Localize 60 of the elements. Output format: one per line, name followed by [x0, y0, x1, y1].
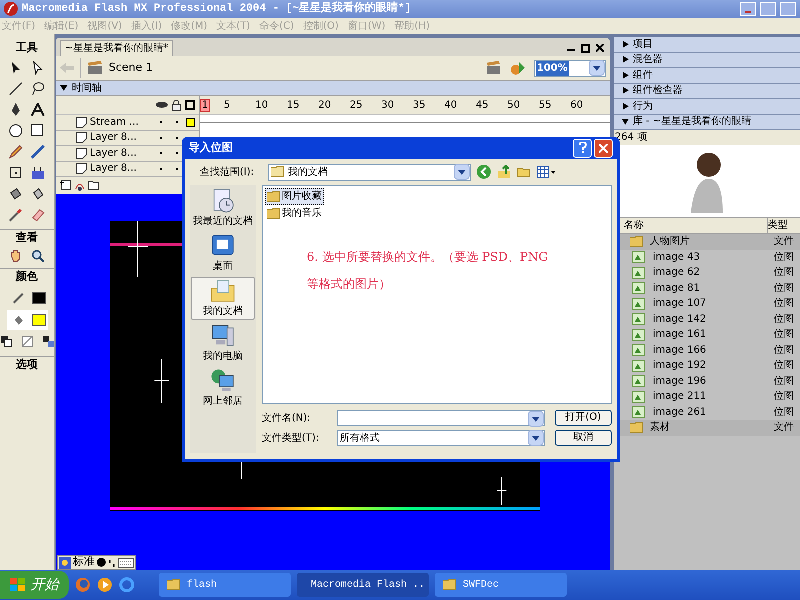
item-name: image 161	[653, 328, 708, 342]
item-type: 位图	[774, 282, 795, 296]
panel-title: 行为	[633, 100, 653, 114]
frame-number: 20	[318, 98, 332, 112]
item-type: 位图	[774, 312, 795, 327]
layer-name: Stream ...	[90, 116, 140, 130]
layer-name: Layer 8...	[90, 131, 138, 146]
frame-number: 25	[350, 98, 364, 112]
colors-section-title: 颜色	[16, 269, 38, 285]
item-type: 位图	[774, 266, 795, 280]
window-title: Macromedia Flash MX Professional 2004 - [~星星是我看你的眼睛*]	[22, 0, 412, 17]
file-type-label: 文件类型(T):	[262, 432, 320, 446]
tools-title: 工具	[16, 40, 38, 56]
frame-number: 60	[570, 98, 584, 112]
scene-name: Scene 1	[109, 60, 154, 76]
layer-name: Layer 8...	[90, 162, 138, 176]
look-in-label: 查找范围(I):	[200, 166, 256, 180]
panel-title: 混色器	[633, 53, 663, 68]
frame-number: 55	[539, 98, 553, 112]
panel-title: 组件检查器	[633, 84, 683, 98]
item-name: image 196	[653, 374, 708, 389]
item-type: 位图	[774, 374, 795, 389]
annotation-text: 6. 选中所要替换的文件。（要选 PSD、PNG 等格式的图片）	[307, 249, 550, 293]
item-name: image 107	[653, 297, 708, 312]
item-type: 文件	[774, 420, 795, 436]
item-name: image 142	[653, 312, 708, 327]
item-type: 位图	[774, 359, 795, 374]
item-type: 位图	[774, 250, 795, 265]
frame-number: 30	[382, 98, 396, 112]
frame-number: 50	[508, 98, 522, 112]
item-type: 位图	[774, 297, 795, 312]
options-section-title: 选项	[16, 356, 38, 372]
item-type: 位图	[774, 344, 795, 358]
frame-number: 10	[256, 98, 270, 112]
item-name: image 211	[653, 390, 708, 404]
frame-number: 5	[224, 98, 232, 112]
timeline-title: 时间轴	[72, 82, 102, 96]
view-section-title: 查看	[16, 230, 38, 246]
item-type: 位图	[774, 390, 795, 404]
item-type: 位图	[774, 328, 795, 342]
layer-name: Layer 8...	[90, 146, 138, 161]
item-name: image 166	[653, 344, 708, 358]
item-name: 素材	[650, 420, 671, 436]
panel-title: 项目	[633, 38, 653, 52]
item-type: 文件	[774, 234, 795, 250]
panel-title: 组件	[633, 68, 653, 83]
item-name: image 81	[653, 282, 702, 296]
frame-number: 40	[444, 98, 458, 112]
panel-title: 库 - ~星星是我看你的眼睛	[633, 114, 752, 130]
item-name: image 43	[653, 250, 702, 265]
file-name-label: 文件名(N):	[262, 412, 312, 426]
item-type: 位图	[774, 406, 795, 420]
frame-number: 35	[413, 98, 427, 112]
frame-number: 1	[200, 98, 212, 112]
frame-number: 45	[476, 98, 490, 112]
item-name: image 192	[653, 359, 708, 374]
item-name: image 62	[653, 266, 702, 280]
item-name: image 261	[653, 406, 708, 420]
item-name: 人物图片	[650, 234, 691, 250]
frame-number: 15	[287, 98, 301, 112]
